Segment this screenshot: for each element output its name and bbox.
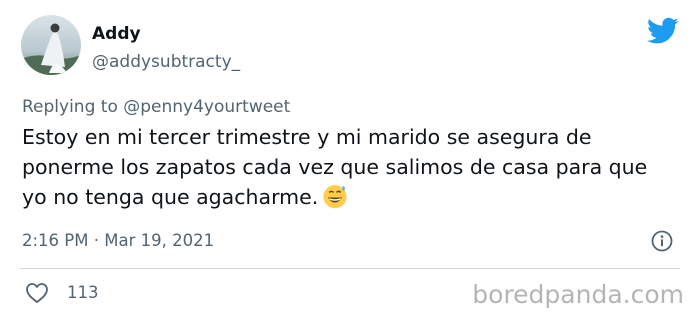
twitter-bird-icon[interactable] <box>647 17 679 45</box>
avatar[interactable] <box>21 15 81 75</box>
info-icon[interactable] <box>650 229 674 253</box>
user-handle[interactable]: @addysubtracty_ <box>92 51 240 73</box>
grinning-face-with-sweat-icon <box>323 185 347 209</box>
divider <box>20 268 680 269</box>
replying-to-label: Replying to <box>22 97 124 117</box>
replying-to-line: Replying to @penny4yourtweet <box>22 96 290 118</box>
like-button[interactable]: 113 <box>25 281 99 305</box>
like-count: 113 <box>67 283 99 302</box>
boredpanda-watermark: boredpanda.com <box>472 280 684 309</box>
heart-icon <box>26 283 48 303</box>
reply-handle-link[interactable]: @penny4yourtweet <box>123 97 290 117</box>
avatar-photo <box>21 15 81 75</box>
tweet-timestamp[interactable]: 2:16 PM · Mar 19, 2021 <box>22 230 214 252</box>
display-name[interactable]: Addy <box>92 23 141 45</box>
tweet-text: Estoy en mi tercer trimestre y mi marido… <box>22 122 662 212</box>
